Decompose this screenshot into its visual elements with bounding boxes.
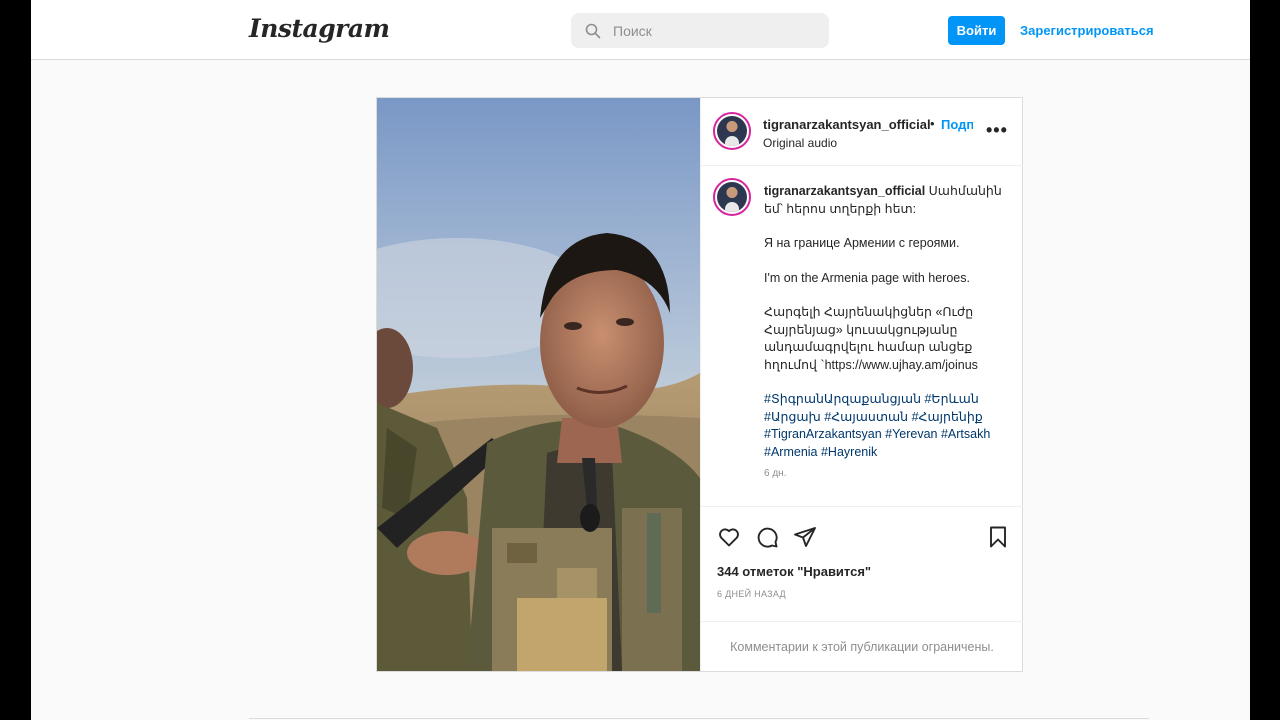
caption-hashtags[interactable]: #ՏիգրանԱրզաքանցյան #Երևան #Արցախ #Հայաստ… (764, 391, 1009, 461)
post-caption: tigranarzakantsyan_official Սահմանին եմ՝… (701, 166, 1023, 506)
post-actions: 344 отметок "Нравится" 6 ДНЕЙ НАЗАД (701, 506, 1023, 621)
caption-text: tigranarzakantsyan_official Սահմանին եմ՝… (764, 183, 1009, 478)
share-icon[interactable] (793, 525, 817, 549)
follow-button[interactable]: Подписаться (941, 117, 973, 132)
post-side-panel: tigranarzakantsyan_official • Подписатьс… (700, 98, 1023, 671)
avatar[interactable] (713, 112, 751, 150)
caption-line-english: I'm on the Armenia page with heroes. (764, 270, 970, 285)
browser-viewport: Instagram Поиск Войти Зарегистрироваться (31, 0, 1250, 720)
post-card: tigranarzakantsyan_official • Подписатьс… (376, 97, 1023, 672)
post-username[interactable]: tigranarzakantsyan_official (763, 117, 931, 132)
top-navigation-bar: Instagram Поиск Войти Зарегистрироваться (31, 0, 1250, 60)
video-frame-illustration (377, 98, 700, 671)
caption-time: 6 дн. (764, 468, 787, 479)
caption-line-join: Հարգելի Հայրենակիցներ «Ուժը Հայրենյաց» կ… (764, 305, 978, 372)
caption-line-russian: Я на границе Армении с героями. (764, 236, 960, 250)
search-icon (585, 23, 601, 38)
search-placeholder: Поиск (613, 22, 652, 39)
search-input[interactable]: Поиск (571, 13, 829, 48)
more-icon[interactable]: ••• (986, 120, 1008, 141)
comments-restricted-notice: Комментарии к этой публикации ограничены… (701, 621, 1023, 671)
caption-avatar[interactable] (713, 178, 751, 216)
comment-icon[interactable] (755, 525, 779, 549)
comments-restricted-text: Комментарии к этой публикации ограничены… (730, 639, 994, 654)
caption-username[interactable]: tigranarzakantsyan_official (764, 184, 925, 198)
bookmark-icon[interactable] (987, 525, 1009, 549)
separator-dot: • (930, 116, 935, 131)
instagram-logo[interactable]: Instagram (249, 14, 390, 43)
heart-icon[interactable] (717, 525, 741, 549)
login-button[interactable]: Войти (948, 16, 1005, 45)
footer-divider (249, 718, 1149, 719)
post-video[interactable] (377, 98, 700, 671)
post-date[interactable]: 6 ДНЕЙ НАЗАД (717, 589, 786, 599)
post-header: tigranarzakantsyan_official • Подписатьс… (701, 98, 1023, 166)
likes-count[interactable]: 344 отметок "Нравится" (717, 564, 871, 579)
signup-link[interactable]: Зарегистрироваться (1020, 23, 1154, 38)
audio-label[interactable]: Original audio (763, 136, 837, 150)
